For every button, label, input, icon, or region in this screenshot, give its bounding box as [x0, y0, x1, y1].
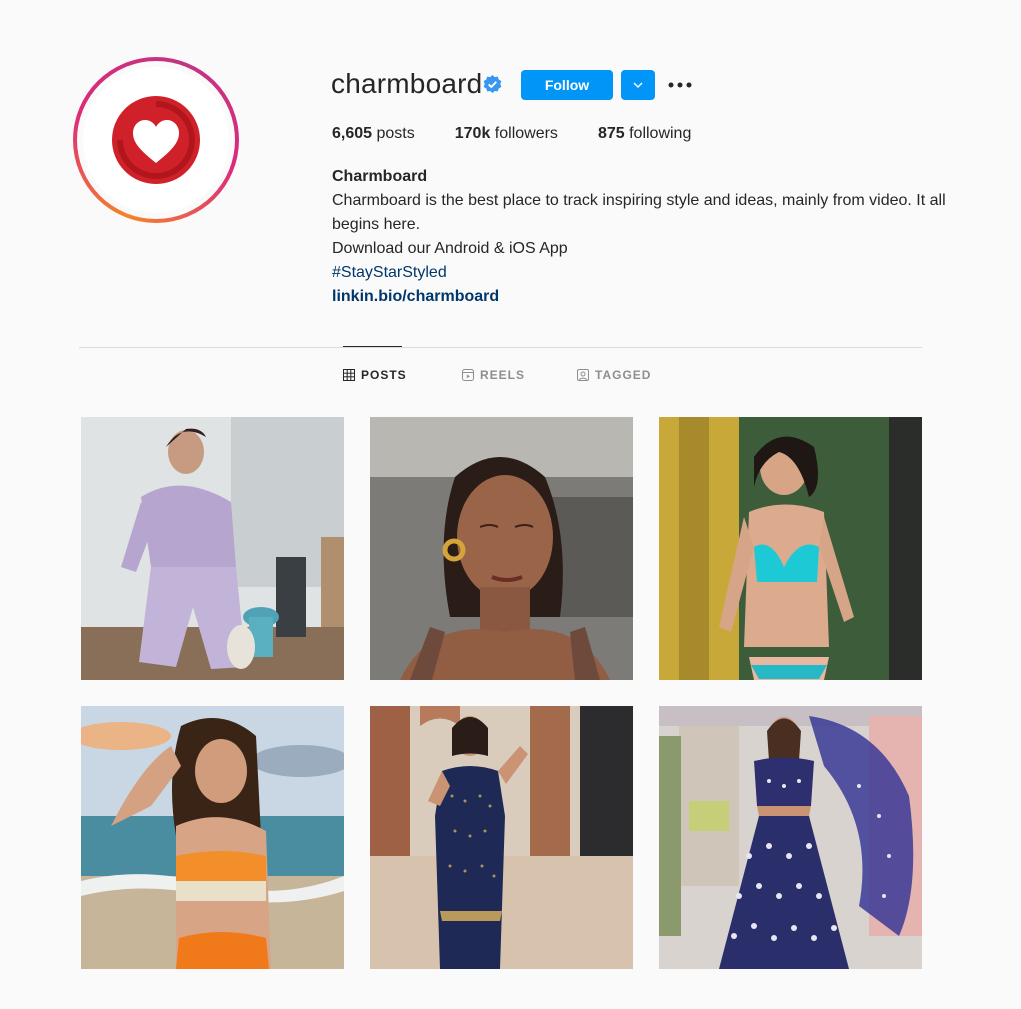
more-options-button[interactable]	[666, 74, 694, 96]
reels-icon	[462, 369, 474, 381]
suggested-dropdown-button[interactable]	[621, 70, 655, 100]
bio-app-line: Download our Android & iOS App	[332, 240, 568, 257]
tagged-icon	[577, 369, 589, 381]
verified-badge-icon	[483, 75, 502, 94]
avatar[interactable]	[73, 57, 239, 223]
tab-posts[interactable]: POSTS	[343, 366, 407, 384]
tabs-divider	[79, 347, 922, 348]
bio-link[interactable]: linkin.bio/charmboard	[332, 285, 952, 309]
profile-username: charmboard	[331, 68, 483, 99]
followers-link[interactable]: 170k followers	[455, 125, 558, 143]
bio-name: Charmboard	[332, 168, 428, 185]
bio-description: Charmboard is the best place to track in…	[332, 192, 946, 233]
profile-bio: Charmboard Charmboard is the best place …	[332, 165, 952, 309]
tab-tagged[interactable]: TAGGED	[577, 366, 651, 384]
active-tab-indicator	[343, 346, 402, 347]
profile-stats: 6,605 posts 170k followers 875 following	[332, 125, 731, 143]
profile-page: charmboard Follow 6,605 posts 170k follo…	[0, 0, 1021, 1009]
post-thumbnail[interactable]	[81, 417, 344, 680]
grid-icon	[343, 369, 355, 381]
tab-reels[interactable]: REELS	[462, 366, 525, 384]
chevron-down-icon	[633, 82, 643, 89]
post-thumbnail[interactable]	[370, 706, 633, 969]
post-thumbnail[interactable]	[659, 706, 922, 969]
post-thumbnail[interactable]	[81, 706, 344, 969]
bio-hashtag[interactable]: #StayStarStyled	[332, 261, 952, 285]
ellipsis-icon	[668, 82, 692, 88]
post-thumbnail[interactable]	[370, 417, 633, 680]
charmboard-logo-icon	[83, 67, 229, 213]
follow-button[interactable]: Follow	[521, 70, 613, 100]
post-thumbnail[interactable]	[659, 417, 922, 680]
following-link[interactable]: 875 following	[598, 125, 691, 143]
posts-count: 6,605 posts	[332, 125, 415, 142]
